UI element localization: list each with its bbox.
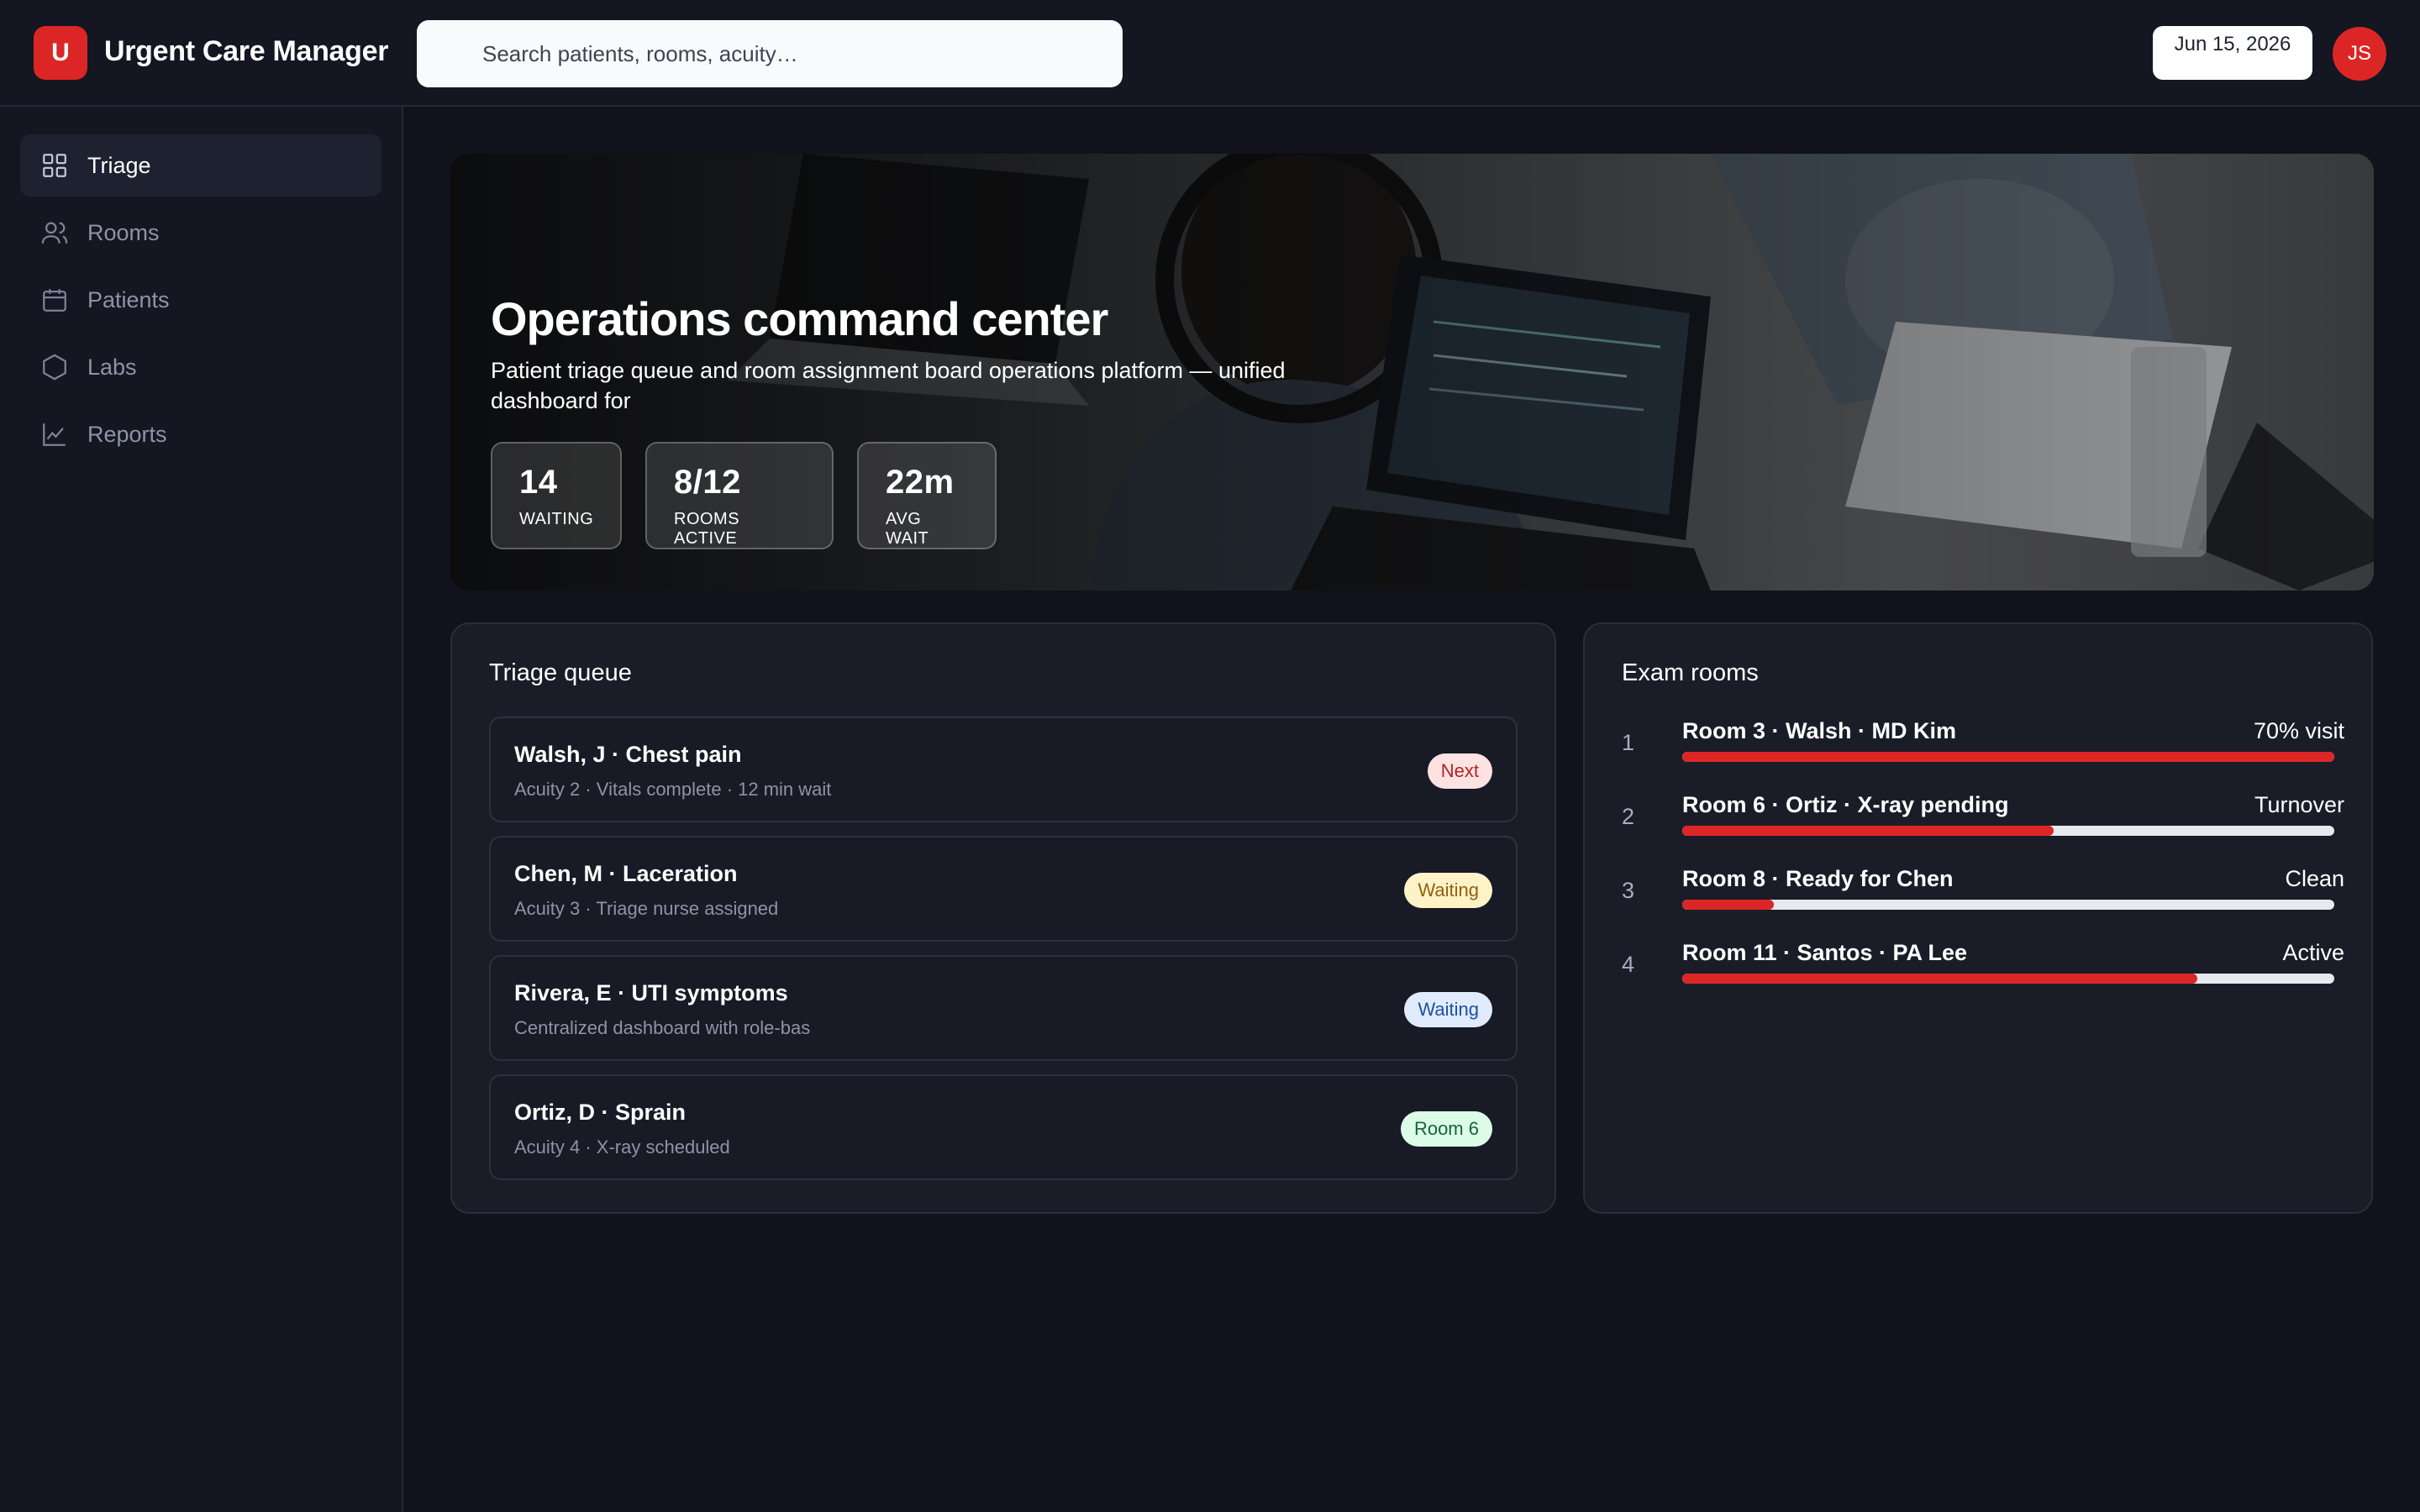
room-status: Turnover bbox=[2254, 792, 2344, 817]
room-progress-bar bbox=[1682, 900, 2334, 910]
patient-name: Walsh, J · Chest pain bbox=[514, 742, 742, 767]
room-number: 1 bbox=[1622, 730, 1635, 755]
app-title: Urgent Care Manager bbox=[104, 35, 389, 67]
exam-rooms-panel: Exam rooms 1 Room 3 · Walsh · MD Kim 70%… bbox=[1583, 622, 2373, 1214]
room-progress-bar bbox=[1682, 752, 2334, 762]
room-label: Room 3 · Walsh · MD Kim bbox=[1682, 718, 1957, 743]
room-row[interactable]: 1 Room 3 · Walsh · MD Kim 70% visit bbox=[1622, 718, 2344, 779]
date-picker[interactable]: Jun 15, 2026 bbox=[2153, 26, 2312, 80]
triage-queue-panel: Triage queue Walsh, J · Chest pain Acuit… bbox=[450, 622, 1556, 1214]
app-logo[interactable]: U bbox=[34, 26, 87, 80]
room-row[interactable]: 4 Room 11 · Santos · PA Lee Active bbox=[1622, 940, 2344, 1000]
triage-item[interactable]: Chen, M · Laceration Acuity 3 · Triage n… bbox=[489, 836, 1518, 942]
status-badge: Waiting bbox=[1404, 992, 1492, 1027]
sidebar-item-triage[interactable]: Triage bbox=[20, 134, 381, 197]
sidebar-item-label: Triage bbox=[87, 152, 151, 178]
patient-meta: Centralized dashboard with role-bas bbox=[514, 1017, 811, 1038]
room-progress-fill bbox=[1682, 752, 2334, 762]
sidebar-item-label: Patients bbox=[87, 286, 170, 312]
sidebar-item-label: Rooms bbox=[87, 219, 160, 245]
hexagon-icon bbox=[43, 354, 66, 381]
chart-line-icon bbox=[43, 423, 66, 446]
patient-name: Rivera, E · UTI symptoms bbox=[514, 980, 788, 1005]
stat-rooms-active: 8/12 ROOMS ACTIVE bbox=[645, 442, 834, 549]
panel-title: Exam rooms bbox=[1622, 659, 1759, 686]
status-badge: Waiting bbox=[1404, 873, 1492, 908]
patient-meta: Acuity 2 · Vitals complete · 12 min wait bbox=[514, 779, 832, 800]
triage-item[interactable]: Rivera, E · UTI symptoms Centralized das… bbox=[489, 955, 1518, 1061]
room-label: Room 6 · Ortiz · X-ray pending bbox=[1682, 792, 2009, 817]
search-input[interactable] bbox=[482, 20, 1104, 87]
patient-name: Chen, M · Laceration bbox=[514, 861, 738, 886]
room-row[interactable]: 3 Room 8 · Ready for Chen Clean bbox=[1622, 866, 2344, 927]
patient-meta: Acuity 4 · X-ray scheduled bbox=[514, 1137, 730, 1158]
patient-meta: Acuity 3 · Triage nurse assigned bbox=[514, 898, 779, 919]
stat-value: 14 bbox=[519, 464, 558, 501]
room-number: 3 bbox=[1622, 878, 1635, 903]
stat-label: WAITING bbox=[519, 510, 594, 528]
triage-item[interactable]: Walsh, J · Chest pain Acuity 2 · Vitals … bbox=[489, 717, 1518, 822]
user-avatar[interactable]: JS bbox=[2333, 27, 2386, 81]
top-bar: U Urgent Care Manager Jun 15, 2026 JS bbox=[0, 0, 2420, 107]
patient-name: Ortiz, D · Sprain bbox=[514, 1100, 687, 1125]
stat-value: 22m bbox=[886, 464, 955, 501]
room-status: 70% visit bbox=[2253, 718, 2344, 743]
triage-item[interactable]: Ortiz, D · Sprain Acuity 4 · X-ray sched… bbox=[489, 1074, 1518, 1180]
users-icon bbox=[41, 222, 68, 244]
room-status: Active bbox=[2282, 940, 2344, 965]
room-progress-fill bbox=[1682, 974, 2198, 984]
room-progress-fill bbox=[1682, 826, 2054, 836]
room-status: Clean bbox=[2285, 866, 2344, 891]
sidebar-item-patients[interactable]: Patients bbox=[20, 269, 381, 331]
sidebar-item-rooms[interactable]: Rooms bbox=[20, 202, 381, 264]
room-label: Room 11 · Santos · PA Lee bbox=[1682, 940, 1968, 965]
sidebar-item-label: Reports bbox=[87, 421, 167, 447]
sidebar-item-label: Labs bbox=[87, 354, 137, 380]
sidebar: Triage Rooms Patients Labs Reports bbox=[0, 107, 403, 1512]
room-number: 2 bbox=[1622, 804, 1635, 829]
status-badge: Room 6 bbox=[1400, 1111, 1492, 1147]
stat-label: AVG WAIT bbox=[886, 510, 929, 548]
room-progress-bar bbox=[1682, 974, 2334, 984]
room-label: Room 8 · Ready for Chen bbox=[1682, 866, 1954, 891]
stat-label: ROOMS ACTIVE bbox=[674, 510, 740, 548]
sidebar-item-labs[interactable]: Labs bbox=[20, 336, 381, 398]
search-box[interactable] bbox=[417, 20, 1123, 87]
grid-icon bbox=[43, 154, 66, 177]
room-progress-bar bbox=[1682, 826, 2334, 836]
stat-waiting: 14 WAITING bbox=[491, 442, 622, 549]
stat-value: 8/12 bbox=[674, 464, 741, 501]
hero-banner: Operations command center Patient triage… bbox=[450, 154, 2374, 591]
search-icon bbox=[441, 45, 460, 64]
hero-subtitle: Patient triage queue and room assignment… bbox=[491, 358, 1286, 413]
room-progress-fill bbox=[1682, 900, 1774, 910]
hero-title: Operations command center bbox=[491, 292, 1108, 345]
panel-title: Triage queue bbox=[489, 659, 632, 686]
room-number: 4 bbox=[1622, 952, 1635, 977]
sidebar-item-reports[interactable]: Reports bbox=[20, 403, 381, 465]
calendar-icon bbox=[43, 289, 66, 312]
room-row[interactable]: 2 Room 6 · Ortiz · X-ray pending Turnove… bbox=[1622, 792, 2344, 853]
status-badge: Next bbox=[1427, 753, 1492, 789]
stat-avg-wait: 22m AVG WAIT bbox=[857, 442, 997, 549]
